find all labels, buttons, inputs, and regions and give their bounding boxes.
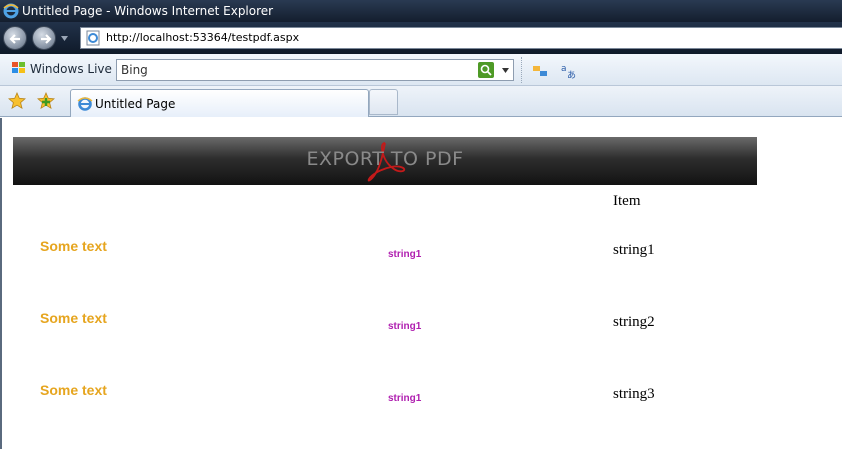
list-item: Some text string1 string3 xyxy=(2,382,842,442)
window-title: Untitled Page - Windows Internet Explore… xyxy=(22,4,274,18)
row-text: Some text xyxy=(40,238,107,254)
svg-text:a: a xyxy=(561,64,567,74)
tab-untitled-page[interactable]: Untitled Page xyxy=(70,89,369,117)
search-box[interactable]: Bing xyxy=(116,59,514,81)
row-text: Some text xyxy=(40,310,107,326)
add-favorite-icon[interactable] xyxy=(37,92,55,110)
forward-arrow-icon xyxy=(41,34,52,44)
list-item: Some text string1 string1 xyxy=(2,238,842,298)
windows-live-label: Windows Live xyxy=(30,62,112,76)
row-item-value: string1 xyxy=(613,242,655,258)
page-content: EXPORT TO PDF Item Some text string1 str… xyxy=(0,118,842,449)
address-url[interactable]: http://localhost:53364/testpdf.aspx xyxy=(106,28,299,48)
windows-flag-icon xyxy=(12,62,25,73)
row-small-text: string1 xyxy=(388,249,422,260)
search-icon xyxy=(480,64,492,76)
title-bar: Untitled Page - Windows Internet Explore… xyxy=(0,0,842,22)
new-tab-button[interactable] xyxy=(369,89,398,115)
svg-text:あ: あ xyxy=(567,70,576,80)
windows-live-button[interactable]: Windows Live xyxy=(12,62,112,76)
recent-pages-dropdown-icon[interactable] xyxy=(60,34,69,43)
search-button[interactable] xyxy=(478,62,494,78)
row-small-text: string1 xyxy=(388,393,422,404)
back-button[interactable] xyxy=(3,26,27,50)
export-to-pdf-label: EXPORT TO PDF xyxy=(306,148,464,170)
address-row: http://localhost:53364/testpdf.aspx xyxy=(0,22,842,54)
search-options-dropdown-icon[interactable] xyxy=(501,67,510,74)
ie-page-icon xyxy=(77,97,93,111)
item-column-header: Item xyxy=(613,193,641,209)
search-input[interactable]: Bing xyxy=(121,60,148,80)
tab-row: Untitled Page xyxy=(0,86,842,117)
row-text: Some text xyxy=(40,382,107,398)
toolbar-separator xyxy=(521,57,522,83)
favorites-star-icon[interactable] xyxy=(8,92,26,110)
tab-label: Untitled Page xyxy=(95,97,176,111)
toolbar-row: Windows Live Bing a あ xyxy=(0,54,842,86)
quick-tabs-icon[interactable] xyxy=(532,63,548,79)
list-item: Some text string1 string2 xyxy=(2,310,842,370)
forward-button[interactable] xyxy=(32,26,56,50)
ie-logo-icon xyxy=(3,3,19,19)
export-to-pdf-banner[interactable]: EXPORT TO PDF xyxy=(13,137,757,185)
row-small-text: string1 xyxy=(388,321,422,332)
row-item-value: string2 xyxy=(613,314,655,330)
back-arrow-icon xyxy=(9,34,20,44)
address-bar[interactable]: http://localhost:53364/testpdf.aspx xyxy=(80,27,842,49)
row-item-value: string3 xyxy=(613,386,655,402)
translate-icon[interactable]: a あ xyxy=(560,62,578,80)
page-icon xyxy=(86,30,100,46)
